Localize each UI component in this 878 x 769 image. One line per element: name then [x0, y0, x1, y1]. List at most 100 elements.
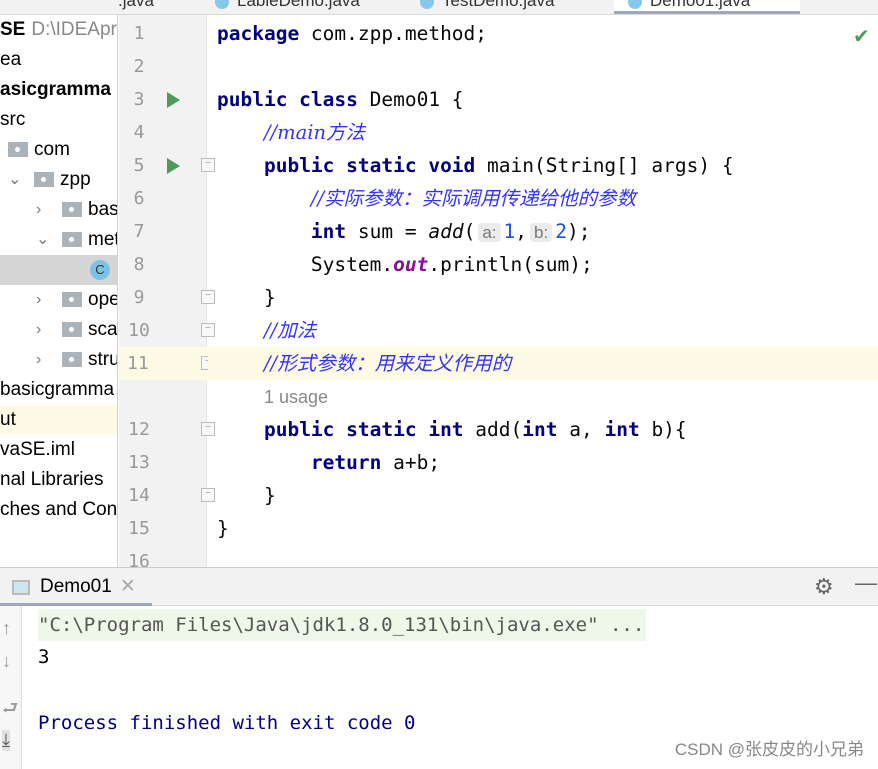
- tree-item-label: ea: [0, 49, 22, 70]
- editor-tab[interactable]: LableDemo.java: [215, 0, 360, 14]
- code-token: public static int: [263, 418, 464, 441]
- code-line[interactable]: System.out.println(sum);: [208, 248, 878, 281]
- code-token: Demo01 {: [357, 88, 464, 111]
- line-number: 4: [133, 122, 145, 143]
- chevron-down-icon[interactable]: ⌄: [36, 225, 49, 255]
- no-problems-check-icon[interactable]: ✔: [853, 24, 870, 49]
- close-icon[interactable]: ✕: [120, 576, 136, 597]
- code-token: );: [566, 220, 591, 243]
- code-line[interactable]: int sum = add(a: 1, b: 2);: [208, 215, 878, 248]
- folder-icon: [34, 172, 54, 188]
- code-token: //main方法: [263, 121, 366, 144]
- editor-tab-active[interactable]: Demo01.java: [614, 0, 800, 14]
- code-token: //形式参数：用来定义作用的: [263, 352, 512, 375]
- code-line[interactable]: return a+b;: [208, 446, 878, 479]
- tree-item[interactable]: basicgramma: [0, 375, 117, 405]
- code-token: //实际参数：实际调用传递给他的参数: [310, 187, 637, 210]
- code-line[interactable]: //实际参数：实际调用传递给他的参数: [208, 182, 878, 215]
- code-token: public static void: [263, 154, 476, 177]
- code-editor[interactable]: package com.zpp.method; public class Demo…: [208, 15, 878, 567]
- code-line[interactable]: public static void main(String[] args) {: [208, 149, 878, 182]
- code-token: (: [463, 220, 476, 243]
- code-line[interactable]: //main方法: [208, 116, 878, 149]
- project-path: D:\IDEApro: [31, 19, 118, 40]
- line-number: 9: [133, 287, 145, 308]
- code-line[interactable]: [208, 50, 878, 83]
- run-icon[interactable]: [167, 92, 180, 108]
- run-tab[interactable]: Demo01 ✕: [0, 568, 152, 606]
- code-token: System.: [217, 253, 394, 276]
- gear-icon[interactable]: ⚙: [814, 574, 834, 600]
- code-line[interactable]: [208, 545, 878, 567]
- tree-item[interactable]: src: [0, 105, 117, 135]
- code-line[interactable]: public class Demo01 {: [208, 83, 878, 116]
- code-line[interactable]: 1 usage: [208, 380, 878, 413]
- tree-item[interactable]: ches and Cons: [0, 495, 117, 525]
- class-icon: C: [90, 259, 110, 280]
- code-token: add(: [463, 418, 523, 441]
- code-line[interactable]: }: [208, 281, 878, 314]
- tree-item-label: stru: [88, 349, 118, 370]
- usage-hint[interactable]: 1 usage: [264, 387, 328, 407]
- code-token: }: [217, 517, 229, 540]
- up-arrow-icon[interactable]: ↑: [2, 618, 11, 639]
- chevron-right-icon[interactable]: ›: [36, 195, 41, 225]
- console-exit-message: Process finished with exit code 0: [38, 712, 416, 734]
- code-token: int: [310, 220, 347, 243]
- minimize-icon[interactable]: —: [855, 570, 877, 596]
- tree-item-label: scar: [88, 319, 118, 340]
- chevron-right-icon[interactable]: ›: [36, 285, 41, 315]
- soft-wrap-icon[interactable]: ⮐: [2, 696, 18, 726]
- line-number: 2: [133, 56, 145, 77]
- editor-tab[interactable]: .java: [118, 0, 154, 14]
- tree-item[interactable]: › stru: [0, 345, 118, 375]
- chevron-right-icon[interactable]: ›: [36, 345, 41, 375]
- chevron-down-icon[interactable]: ⌄: [8, 165, 21, 195]
- tree-item[interactable]: SE D:\IDEApro: [0, 15, 118, 45]
- scroll-to-end-icon[interactable]: ⤓: [2, 730, 10, 751]
- tree-item[interactable]: ea: [0, 45, 117, 75]
- code-line[interactable]: package com.zpp.method;: [208, 17, 878, 50]
- tree-item[interactable]: › ope: [0, 285, 117, 315]
- run-icon[interactable]: [167, 158, 180, 174]
- tree-item[interactable]: CD: [0, 255, 117, 285]
- line-number: 14: [128, 485, 150, 506]
- tree-item[interactable]: › bas: [0, 195, 117, 225]
- tree-item[interactable]: asicgramma: [0, 75, 117, 105]
- code-token: 2: [555, 220, 567, 243]
- code-line[interactable]: //形式参数：用来定义作用的: [208, 347, 878, 380]
- code-token: main(String[] args) {: [475, 154, 734, 177]
- class-icon: [628, 0, 642, 9]
- editor-tab[interactable]: TestDemo.java: [420, 0, 554, 14]
- tree-item[interactable]: ut: [0, 405, 117, 435]
- tree-item[interactable]: com: [0, 135, 117, 165]
- folder-icon: [8, 142, 28, 158]
- code-token: sum =: [346, 220, 429, 243]
- tab-label: LableDemo.java: [237, 0, 360, 10]
- tree-item[interactable]: nal Libraries: [0, 465, 117, 495]
- tree-item[interactable]: › scar: [0, 315, 118, 345]
- code-line[interactable]: //加法: [208, 314, 878, 347]
- tree-item[interactable]: ⌄ zpp: [0, 165, 117, 195]
- tree-item-label: SE: [0, 19, 26, 40]
- tree-item[interactable]: ⌄ met: [0, 225, 117, 255]
- chevron-right-icon[interactable]: ›: [36, 315, 41, 345]
- code-line[interactable]: }: [208, 512, 878, 545]
- code-token: int: [522, 418, 558, 441]
- tree-item-label: ut: [0, 409, 16, 430]
- code-token: return: [310, 451, 382, 474]
- code-line[interactable]: }: [208, 479, 878, 512]
- tree-item[interactable]: vaSE.iml: [0, 435, 117, 465]
- line-number: 11: [119, 347, 207, 380]
- run-panel-header: Demo01 ✕ ⚙ —: [0, 568, 878, 606]
- code-token: }: [217, 286, 276, 309]
- down-arrow-icon[interactable]: ↓: [2, 651, 11, 672]
- code-token: out: [393, 253, 429, 276]
- tree-item-label: vaSE.iml: [0, 439, 75, 460]
- code-line[interactable]: public static int add(int a, int b){: [208, 413, 878, 446]
